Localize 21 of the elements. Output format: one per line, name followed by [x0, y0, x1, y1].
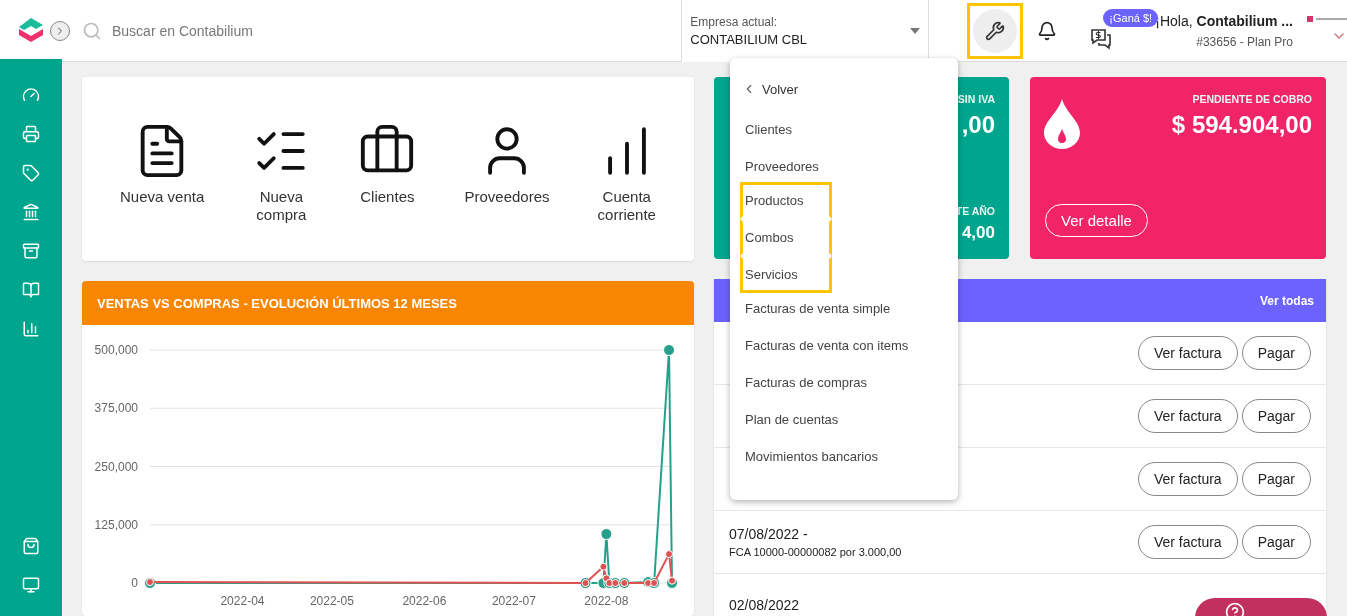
invoice-date: 02/08/2022	[729, 597, 800, 613]
y-tick-label: 0	[131, 576, 138, 590]
chart-title: VENTAS VS COMPRAS - EVOLUCIÓN ÚLTIMOS 12 MESES	[82, 281, 694, 325]
x-tick-label: 2022-06	[402, 594, 447, 608]
y-tick-label: 125,000	[94, 517, 138, 532]
stat-label: SIN IVA	[957, 93, 995, 105]
x-tick-label: 2022-07	[491, 594, 536, 608]
y-tick-label: 250,000	[94, 459, 138, 474]
x-tick-label: 2022-04	[220, 594, 265, 608]
stat-value: $ 594.904,00	[1171, 111, 1312, 139]
stat-value: 4,00	[961, 223, 995, 243]
account-info: #33656 - Plan Pro	[1196, 34, 1293, 49]
stat-label: PENDIENTE DE COBRO	[1192, 93, 1312, 105]
stat-value: ,00	[961, 111, 995, 139]
invoice-detail: FCA 10000-00000082 por 3.000,00	[729, 546, 902, 558]
x-tick-label: 2022-05	[309, 594, 354, 608]
y-tick-label: 375,000	[94, 401, 138, 416]
invoice-date: 07/08/2022 -	[729, 526, 809, 542]
x-tick-label: 2022-08	[584, 594, 629, 608]
stat-label: TE AÑO	[955, 205, 995, 217]
y-tick-label: 500,000	[94, 343, 138, 357]
